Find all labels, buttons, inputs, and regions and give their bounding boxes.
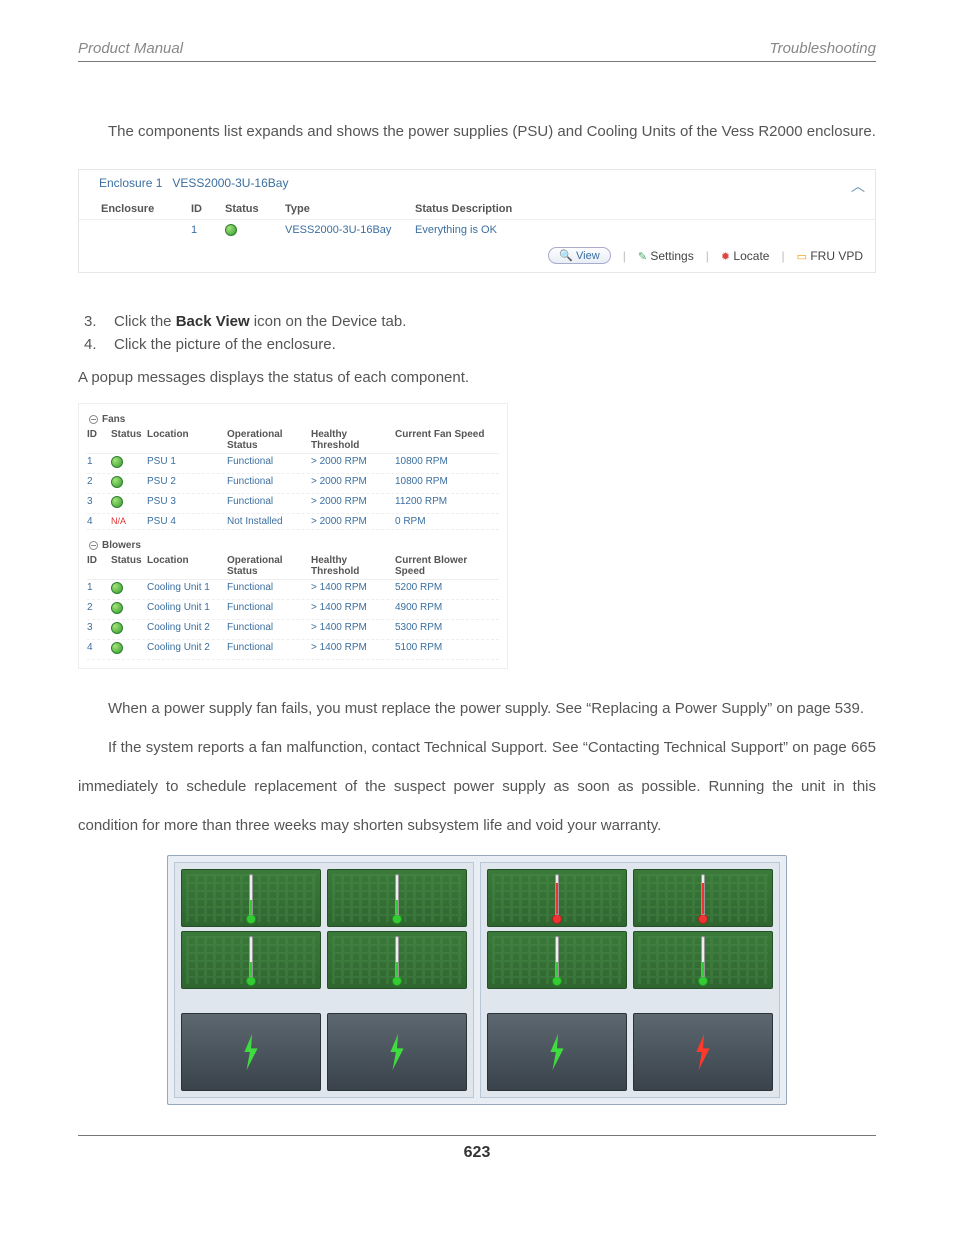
circuit-board [487, 869, 627, 927]
circuit-board [487, 931, 627, 989]
thermometer-ok-icon [699, 936, 707, 986]
table-row: 3Cooling Unit 2Functional> 1400 RPM5300 … [87, 620, 499, 640]
fans-section-title: Fans [102, 414, 125, 425]
settings-button[interactable]: ✎ Settings [638, 249, 694, 263]
thermometer-warn-icon [553, 874, 561, 924]
status-ok-icon [111, 496, 123, 508]
psu-fail-paragraph: When a power supply fan fails, you must … [78, 689, 876, 728]
col-status: Status [225, 203, 285, 215]
circuit-board [181, 931, 321, 989]
enclosure-toolbar: 🔍 View | ✎ Settings | ✹ Locate | ▭ FRU V… [79, 243, 875, 272]
locate-icon: ✹ [721, 251, 730, 263]
power-fail-icon [692, 1034, 714, 1070]
enclosure-left-half [174, 862, 474, 1098]
thermometer-ok-icon [247, 936, 255, 986]
table-row: 3PSU 3Functional> 2000 RPM11200 RPM [87, 494, 499, 514]
enclosure-right-half [480, 862, 780, 1098]
status-ok-icon [111, 456, 123, 468]
power-ok-icon [386, 1034, 408, 1070]
circuit-board [327, 869, 467, 927]
locate-button[interactable]: ✹ Locate [721, 249, 770, 263]
col-type: Type [285, 203, 415, 215]
step-4: 4. Click the picture of the enclosure. [78, 336, 876, 353]
power-ok-icon [546, 1034, 568, 1070]
table-row: 1Cooling Unit 1Functional> 1400 RPM5200 … [87, 580, 499, 600]
psu-slot [633, 1013, 773, 1091]
blowers-section-title: Blowers [102, 540, 141, 551]
view-button[interactable]: 🔍 View [548, 247, 610, 264]
status-na-label: N/A [111, 516, 126, 526]
fru-vpd-button[interactable]: ▭ FRU VPD [797, 249, 863, 263]
page-header: Product Manual Troubleshooting [78, 40, 876, 62]
psu-slot [487, 1013, 627, 1091]
status-ok-icon [111, 602, 123, 614]
intro-paragraph: The components list expands and shows th… [78, 112, 876, 151]
circuit-board [633, 931, 773, 989]
status-ok-icon [111, 622, 123, 634]
pencil-icon: ✎ [638, 251, 647, 263]
thermometer-ok-icon [247, 874, 255, 924]
status-ok-icon [111, 642, 123, 654]
thermometer-warn-icon [699, 874, 707, 924]
thermometer-ok-icon [553, 936, 561, 986]
enclosure-title: Enclosure 1 VESS2000-3U-16Bay [99, 176, 288, 196]
thermometer-ok-icon [393, 936, 401, 986]
step-number: 3. [84, 313, 102, 330]
page-number: 623 [78, 1135, 876, 1162]
table-row: 4Cooling Unit 2Functional> 1400 RPM5100 … [87, 640, 499, 660]
status-ok-icon [111, 476, 123, 488]
table-row: 2PSU 2Functional> 2000 RPM10800 RPM [87, 474, 499, 494]
popup-line: A popup messages displays the status of … [78, 363, 876, 393]
power-ok-icon [240, 1034, 262, 1070]
step-3: 3. Click the Back View icon on the Devic… [78, 313, 876, 330]
table-row: 1PSU 1Functional> 2000 RPM10800 RPM [87, 454, 499, 474]
status-ok-icon [111, 582, 123, 594]
psu-slot [327, 1013, 467, 1091]
enclosure-panel: Enclosure 1 VESS2000-3U-16Bay ︿ Enclosur… [78, 169, 876, 273]
table-row: 4N/APSU 4Not Installed> 2000 RPM0 RPM [87, 514, 499, 530]
circuit-board [633, 869, 773, 927]
collapse-icon[interactable] [89, 541, 98, 550]
collapse-caret-icon[interactable]: ︿ [851, 176, 865, 196]
fans-blowers-panel: Fans ID Status Location Operational Stat… [78, 403, 508, 669]
psu-slot [181, 1013, 321, 1091]
collapse-icon[interactable] [89, 415, 98, 424]
fan-malfunction-paragraph: If the system reports a fan malfunction,… [78, 728, 876, 845]
circuit-board [181, 869, 321, 927]
col-status-description: Status Description [415, 203, 865, 215]
magnifier-icon: 🔍 [559, 250, 573, 262]
step-number: 4. [84, 336, 102, 353]
header-left: Product Manual [78, 40, 183, 57]
enclosure-row[interactable]: 1 VESS2000-3U-16Bay Everything is OK [79, 220, 875, 243]
enclosure-back-view-figure [167, 855, 787, 1105]
circuit-board [327, 931, 467, 989]
thermometer-ok-icon [393, 874, 401, 924]
col-enclosure: Enclosure [101, 203, 191, 215]
clipboard-icon: ▭ [797, 251, 807, 263]
header-right: Troubleshooting [770, 40, 876, 57]
status-ok-icon [225, 224, 237, 236]
table-row: 2Cooling Unit 1Functional> 1400 RPM4900 … [87, 600, 499, 620]
col-id: ID [191, 203, 225, 215]
